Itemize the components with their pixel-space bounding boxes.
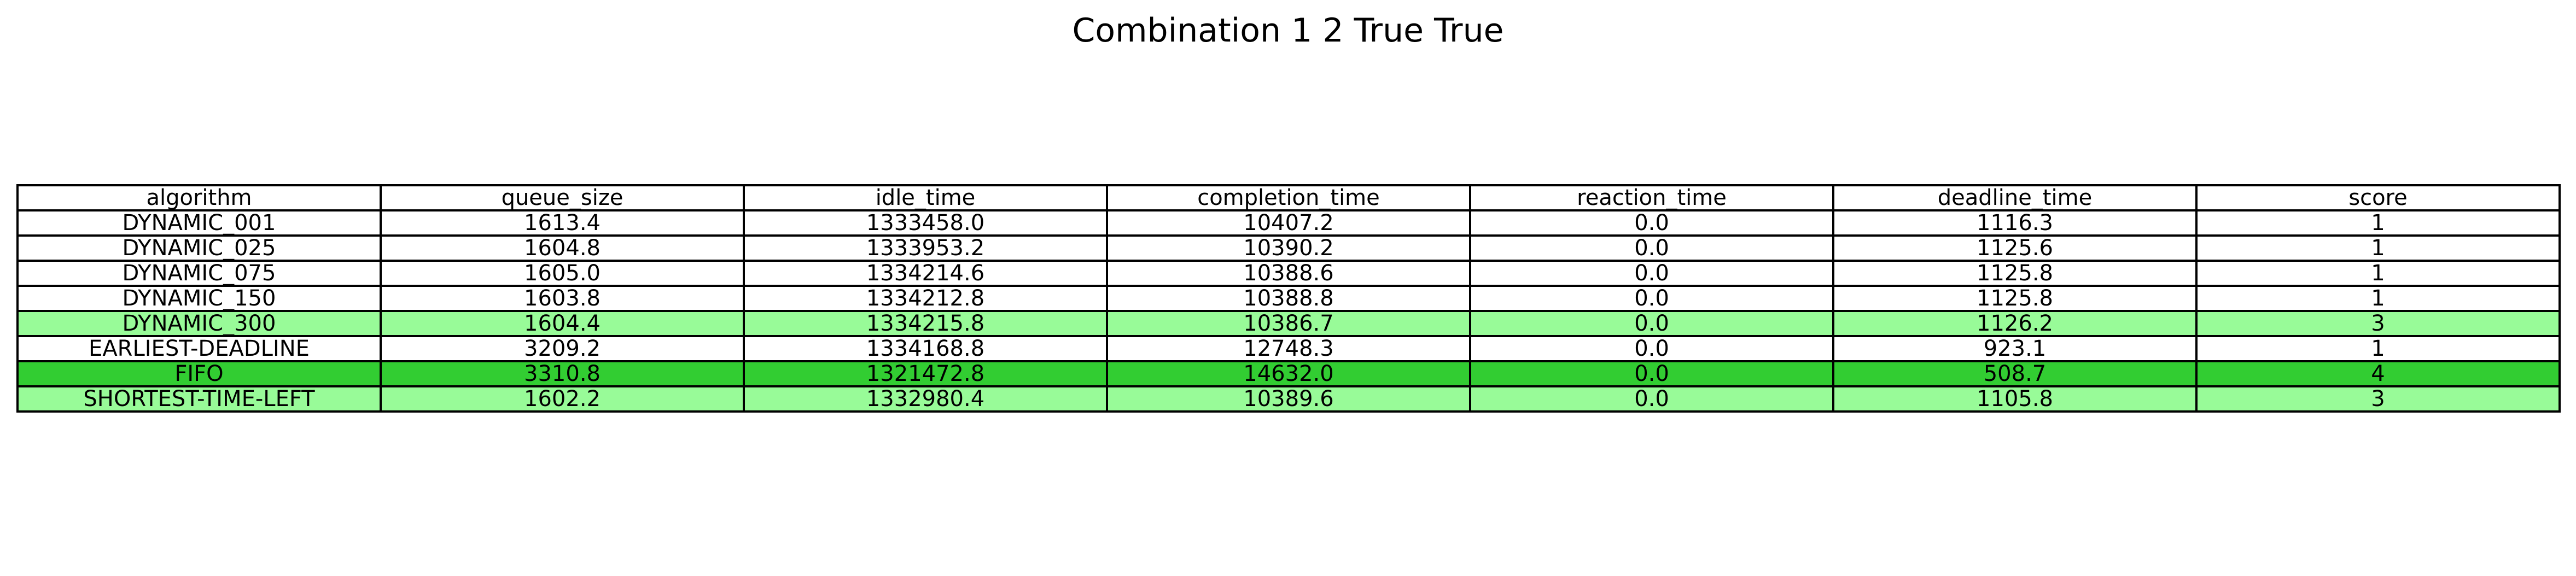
cell-score: 1 xyxy=(2195,234,2561,262)
header-completion-time: completion_time xyxy=(1106,184,1471,211)
cell-completion-time: 10386.7 xyxy=(1106,310,1471,337)
header-deadline-time: deadline_time xyxy=(1832,184,2198,211)
cell-algorithm: DYNAMIC_025 xyxy=(16,234,382,262)
cell-score: 1 xyxy=(2195,335,2561,362)
cell-score: 1 xyxy=(2195,260,2561,287)
cell-score: 4 xyxy=(2195,360,2561,387)
cell-queue-size: 1604.8 xyxy=(380,234,745,262)
cell-completion-time: 10390.2 xyxy=(1106,234,1471,262)
cell-reaction-time: 0.0 xyxy=(1469,260,1834,287)
cell-score: 1 xyxy=(2195,285,2561,312)
cell-queue-size: 1603.8 xyxy=(380,285,745,312)
cell-queue-size: 1604.4 xyxy=(380,310,745,337)
table-row: DYNAMIC_150 1603.8 1334212.8 10388.8 0.0 1125… xyxy=(16,285,2561,312)
cell-algorithm: DYNAMIC_075 xyxy=(16,260,382,287)
cell-score: 1 xyxy=(2195,209,2561,237)
cell-completion-time: 10388.8 xyxy=(1106,285,1471,312)
table-row: DYNAMIC_025 1604.8 1333953.2 10390.2 0.0 1125… xyxy=(16,234,2561,262)
cell-queue-size: 1613.4 xyxy=(380,209,745,237)
cell-algorithm: EARLIEST-DEADLINE xyxy=(16,335,382,362)
cell-reaction-time: 0.0 xyxy=(1469,385,1834,413)
cell-idle-time: 1334168.8 xyxy=(743,335,1108,362)
cell-algorithm: DYNAMIC_300 xyxy=(16,310,382,337)
cell-deadline-time: 1116.3 xyxy=(1832,209,2198,237)
cell-reaction-time: 0.0 xyxy=(1469,335,1834,362)
cell-completion-time: 12748.3 xyxy=(1106,335,1471,362)
cell-idle-time: 1334215.8 xyxy=(743,310,1108,337)
cell-queue-size: 1602.2 xyxy=(380,385,745,413)
cell-idle-time: 1333953.2 xyxy=(743,234,1108,262)
cell-deadline-time: 1125.6 xyxy=(1832,234,2198,262)
cell-algorithm: SHORTEST-TIME-LEFT xyxy=(16,385,382,413)
cell-deadline-time: 1125.8 xyxy=(1832,260,2198,287)
header-idle-time: idle_time xyxy=(743,184,1108,211)
cell-completion-time: 10388.6 xyxy=(1106,260,1471,287)
cell-idle-time: 1334214.6 xyxy=(743,260,1108,287)
cell-deadline-time: 1126.2 xyxy=(1832,310,2198,337)
cell-idle-time: 1333458.0 xyxy=(743,209,1108,237)
header-reaction-time: reaction_time xyxy=(1469,184,1834,211)
table-row: SHORTEST-TIME-LEFT 1602.2 1332980.4 10389.6… xyxy=(16,385,2561,413)
header-queue-size: queue_size xyxy=(380,184,745,211)
cell-idle-time: 1321472.8 xyxy=(743,360,1108,387)
cell-reaction-time: 0.0 xyxy=(1469,360,1834,387)
table-row: DYNAMIC_075 1605.0 1334214.6 10388.6 0.0 1125… xyxy=(16,260,2561,287)
cell-algorithm: FIFO xyxy=(16,360,382,387)
header-score: score xyxy=(2195,184,2561,211)
table-body: DYNAMIC_001 1613.4 1333458.0 10407.2 0.0 1116… xyxy=(16,209,2561,413)
cell-algorithm: DYNAMIC_150 xyxy=(16,285,382,312)
header-algorithm: algorithm xyxy=(16,184,382,211)
results-table: algorithm queue_size idle_time completio… xyxy=(16,184,2561,413)
cell-deadline-time: 508.7 xyxy=(1832,360,2198,387)
cell-score: 3 xyxy=(2195,310,2561,337)
chart-title: Combination 1 2 True True xyxy=(1072,11,1504,50)
cell-reaction-time: 0.0 xyxy=(1469,310,1834,337)
cell-queue-size: 3310.8 xyxy=(380,360,745,387)
cell-deadline-time: 923.1 xyxy=(1832,335,2198,362)
cell-algorithm: DYNAMIC_001 xyxy=(16,209,382,237)
cell-reaction-time: 0.0 xyxy=(1469,234,1834,262)
table-header-row: algorithm queue_size idle_time completio… xyxy=(16,184,2561,211)
cell-reaction-time: 0.0 xyxy=(1469,285,1834,312)
table-row: EARLIEST-DEADLINE 3209.2 1334168.8 12748.3 0… xyxy=(16,335,2561,362)
table-row: DYNAMIC_001 1613.4 1333458.0 10407.2 0.0 1116… xyxy=(16,209,2561,237)
cell-queue-size: 3209.2 xyxy=(380,335,745,362)
cell-completion-time: 14632.0 xyxy=(1106,360,1471,387)
cell-score: 3 xyxy=(2195,385,2561,413)
table-row: FIFO 3310.8 1321472.8 14632.0 0.0 508.7 4 xyxy=(16,360,2561,387)
cell-idle-time: 1332980.4 xyxy=(743,385,1108,413)
table-row: DYNAMIC_300 1604.4 1334215.8 10386.7 0.0 1126… xyxy=(16,310,2561,337)
cell-idle-time: 1334212.8 xyxy=(743,285,1108,312)
cell-deadline-time: 1125.8 xyxy=(1832,285,2198,312)
cell-reaction-time: 0.0 xyxy=(1469,209,1834,237)
cell-completion-time: 10389.6 xyxy=(1106,385,1471,413)
cell-deadline-time: 1105.8 xyxy=(1832,385,2198,413)
cell-completion-time: 10407.2 xyxy=(1106,209,1471,237)
cell-queue-size: 1605.0 xyxy=(380,260,745,287)
